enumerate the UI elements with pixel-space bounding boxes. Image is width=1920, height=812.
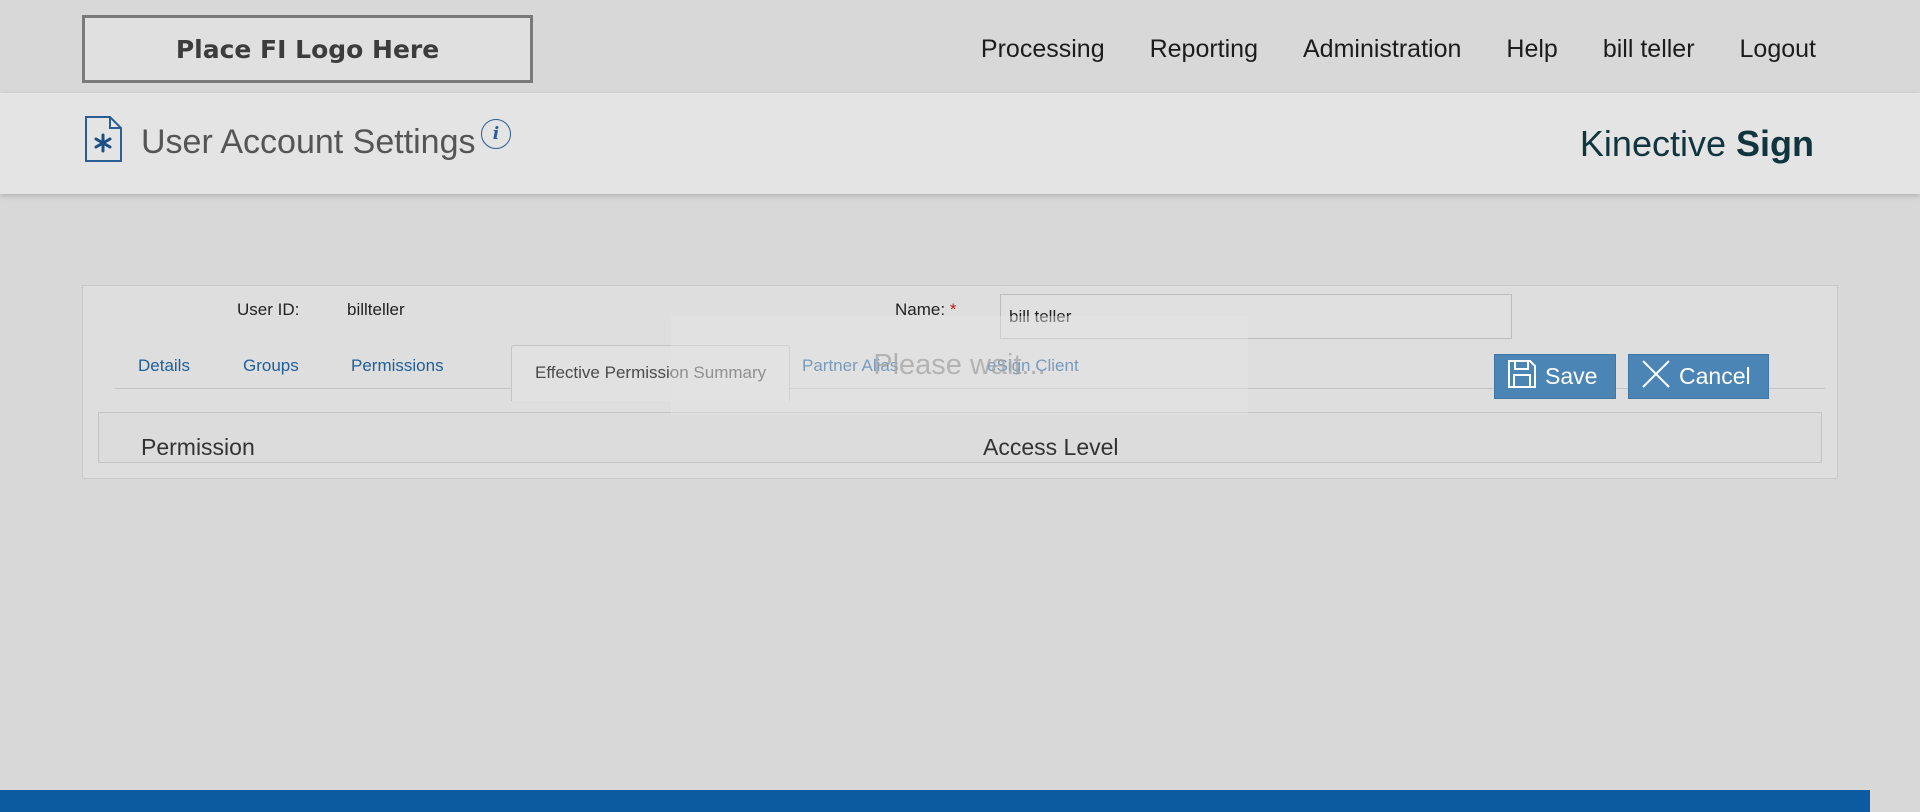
cancel-label: Cancel [1679, 363, 1751, 389]
user-settings-panel: User ID: billteller Name: * Details Grou… [82, 285, 1838, 479]
name-label: Name: * [895, 300, 956, 320]
info-icon[interactable]: i [481, 119, 511, 149]
column-header-permission: Permission [141, 434, 255, 460]
brand-name-bold: Sign [1736, 123, 1814, 164]
nav-administration[interactable]: Administration [1303, 35, 1461, 64]
user-id-value: billteller [347, 300, 405, 319]
close-icon [1629, 359, 1679, 395]
column-header-access-level: Access Level [983, 434, 1119, 460]
page-title: User Account Settings [141, 123, 476, 161]
tab-esign-client[interactable]: eSign Client [987, 356, 1079, 376]
tab-effective-permission-summary[interactable]: Effective Permission Summary [511, 345, 791, 401]
brand-name-light: Kinective [1579, 123, 1726, 164]
permission-summary-grid: Permission Access Level [98, 412, 1822, 463]
cancel-button[interactable]: Cancel [1628, 354, 1769, 399]
tab-partner-alias[interactable]: Partner Alias [802, 356, 898, 376]
document-settings-icon [84, 115, 124, 163]
required-mark: * [949, 300, 957, 319]
nav-help[interactable]: Help [1506, 35, 1557, 64]
main-nav: Processing Reporting Administration Help… [936, 35, 1816, 64]
nav-reporting[interactable]: Reporting [1150, 35, 1258, 64]
brand-logo: Kinective Sign [1580, 123, 1814, 165]
save-icon [1495, 359, 1545, 395]
save-label: Save [1545, 363, 1598, 389]
page-header: User Account Settings i Kinective Sign [0, 93, 1920, 194]
name-label-text: Name: [895, 300, 946, 319]
tab-details[interactable]: Details [138, 356, 190, 376]
fi-logo-placeholder: Place FI Logo Here [82, 15, 533, 83]
tab-groups[interactable]: Groups [243, 356, 299, 376]
nav-logout[interactable]: Logout [1740, 35, 1816, 64]
top-header: Place FI Logo Here Processing Reporting … [0, 0, 1920, 93]
user-id-label: User ID: [237, 300, 300, 319]
footer-bar [0, 790, 1870, 812]
nav-user-menu[interactable]: bill teller [1603, 35, 1695, 64]
save-button[interactable]: Save [1494, 354, 1616, 399]
tab-permissions[interactable]: Permissions [351, 356, 444, 376]
name-field[interactable] [1000, 294, 1512, 339]
nav-processing[interactable]: Processing [981, 35, 1105, 64]
